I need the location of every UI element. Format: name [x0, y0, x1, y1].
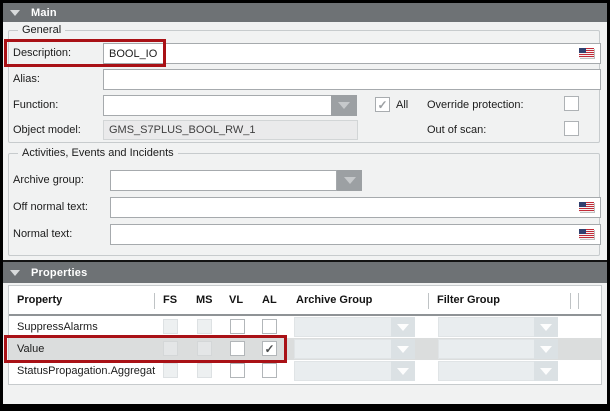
description-label: Description:: [13, 47, 71, 59]
fs-checkbox: [163, 319, 178, 334]
main-section-title: Main: [31, 7, 57, 19]
col-header-property: Property: [17, 294, 62, 306]
al-checkbox[interactable]: ✓: [262, 341, 277, 356]
function-dropdown-button[interactable]: [331, 95, 357, 116]
fs-checkbox: [163, 341, 178, 356]
column-separator: [428, 293, 429, 309]
table-row-value[interactable]: Value ✓: [9, 338, 601, 360]
column-separator: [578, 293, 579, 309]
archive-group-cell-dropdown[interactable]: [294, 317, 415, 337]
dropdown-arrow-icon: [540, 324, 552, 331]
table-row-suppressalarms[interactable]: SuppressAlarms: [9, 316, 601, 338]
override-protection-checkbox[interactable]: [564, 96, 579, 111]
properties-table: Property FS MS VL AL Archive Group Filte…: [8, 285, 602, 385]
archive-group-input[interactable]: [110, 170, 337, 191]
ms-checkbox: [197, 341, 212, 356]
properties-section-title: Properties: [31, 267, 87, 279]
archive-group-dropdown-button[interactable]: [337, 170, 362, 191]
function-input[interactable]: [103, 95, 332, 116]
fs-checkbox: [163, 363, 178, 378]
property-editor-window: Main General Description: Alias: Functio…: [0, 0, 610, 411]
filter-group-cell-dropdown[interactable]: [438, 361, 558, 381]
object-model-field: [103, 120, 358, 140]
general-legend: General: [18, 24, 65, 37]
archive-group-label: Archive group:: [13, 174, 84, 186]
dropdown-arrow-icon: [540, 368, 552, 375]
checkmark-icon: ✓: [264, 343, 274, 355]
col-header-archive-group: Archive Group: [296, 294, 372, 306]
dropdown-arrow-icon: [344, 177, 356, 184]
archive-group-cell-dropdown[interactable]: [294, 339, 415, 359]
main-section-header[interactable]: Main: [3, 3, 607, 22]
ms-checkbox: [197, 363, 212, 378]
table-header-row: Property FS MS VL AL Archive Group Filte…: [9, 286, 601, 316]
col-header-vl: VL: [229, 294, 243, 306]
alias-label: Alias:: [13, 73, 40, 85]
properties-section-header[interactable]: Properties: [3, 262, 607, 283]
window-content: Main General Description: Alias: Functio…: [3, 3, 607, 404]
al-checkbox[interactable]: [262, 319, 277, 334]
vl-checkbox[interactable]: [230, 363, 245, 378]
table-row-statuspropagation[interactable]: StatusPropagation.Aggregat: [9, 360, 601, 382]
override-protection-label: Override protection:: [427, 99, 524, 111]
function-label: Function:: [13, 99, 58, 111]
col-header-ms: MS: [196, 294, 213, 306]
column-separator: [570, 293, 571, 309]
all-label: All: [396, 99, 408, 111]
vl-checkbox[interactable]: [230, 341, 245, 356]
filter-group-cell-dropdown[interactable]: [438, 317, 558, 337]
us-flag-icon: [579, 229, 594, 239]
us-flag-icon: [579, 202, 594, 212]
col-header-fs: FS: [163, 294, 177, 306]
filter-group-cell-dropdown[interactable]: [438, 339, 558, 359]
object-model-label: Object model:: [13, 124, 81, 136]
col-header-al: AL: [262, 294, 277, 306]
al-checkbox[interactable]: [262, 363, 277, 378]
normal-text-input[interactable]: [110, 224, 601, 245]
collapse-triangle-icon: [10, 270, 20, 276]
dropdown-arrow-icon: [397, 368, 409, 375]
col-header-filter-group: Filter Group: [437, 294, 500, 306]
description-input[interactable]: [103, 43, 601, 64]
us-flag-icon: [579, 48, 594, 58]
out-of-scan-label: Out of scan:: [427, 124, 486, 136]
off-normal-text-input[interactable]: [110, 197, 601, 218]
alias-input[interactable]: [103, 69, 601, 90]
all-checkmark-icon: ✓: [377, 99, 387, 111]
dropdown-arrow-icon: [540, 346, 552, 353]
column-separator: [154, 293, 155, 309]
dropdown-arrow-icon: [397, 324, 409, 331]
out-of-scan-checkbox[interactable]: [564, 121, 579, 136]
dropdown-arrow-icon: [338, 102, 350, 109]
activities-legend: Activities, Events and Incidents: [18, 147, 178, 160]
vl-checkbox[interactable]: [230, 319, 245, 334]
archive-group-cell-dropdown[interactable]: [294, 361, 415, 381]
off-normal-text-label: Off normal text:: [13, 201, 88, 213]
normal-text-label: Normal text:: [13, 228, 72, 240]
ms-checkbox: [197, 319, 212, 334]
all-checkbox: ✓: [375, 97, 390, 112]
dropdown-arrow-icon: [397, 346, 409, 353]
collapse-triangle-icon: [10, 10, 20, 16]
